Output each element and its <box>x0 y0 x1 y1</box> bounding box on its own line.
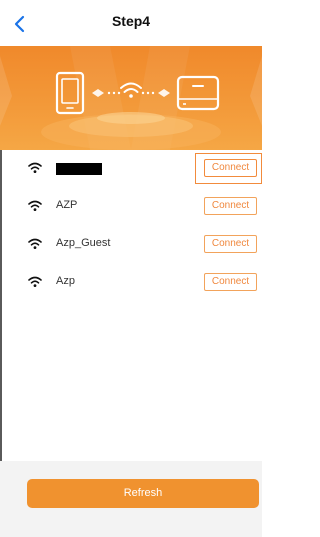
banner-illustration <box>0 46 262 150</box>
ssid-label: Azp <box>56 275 75 287</box>
ssid-label: Azp_Guest <box>56 237 111 249</box>
ssid-redacted <box>56 163 102 175</box>
ssid-label: AZP <box>56 199 78 211</box>
wifi-signal-icon <box>28 200 42 211</box>
list-item-network-1: Connect <box>0 150 262 188</box>
refresh-button[interactable]: Refresh <box>27 479 259 508</box>
list-item-network-3: Azp_Guest Connect <box>0 226 262 264</box>
page-title: Step4 <box>111 13 151 29</box>
connect-button[interactable]: Connect <box>204 273 257 291</box>
connect-button[interactable]: Connect <box>204 197 257 215</box>
router-icon <box>176 75 220 111</box>
wifi-signal-icon <box>28 276 42 287</box>
wifi-signal-icon <box>28 238 42 249</box>
connect-button[interactable]: Connect <box>204 235 257 253</box>
list-item-network-2: AZP Connect <box>0 188 262 226</box>
wifi-signal-icon <box>28 162 42 173</box>
connect-button[interactable]: Connect <box>204 159 257 177</box>
wifi-network-list: Connect AZP Connect Azp_Guest Connect Az… <box>0 150 262 302</box>
header-bar: Step4 <box>0 0 262 46</box>
pairing-banner <box>0 46 262 150</box>
list-item-network-4: Azp Connect <box>0 264 262 302</box>
wifi-icon <box>120 82 142 98</box>
